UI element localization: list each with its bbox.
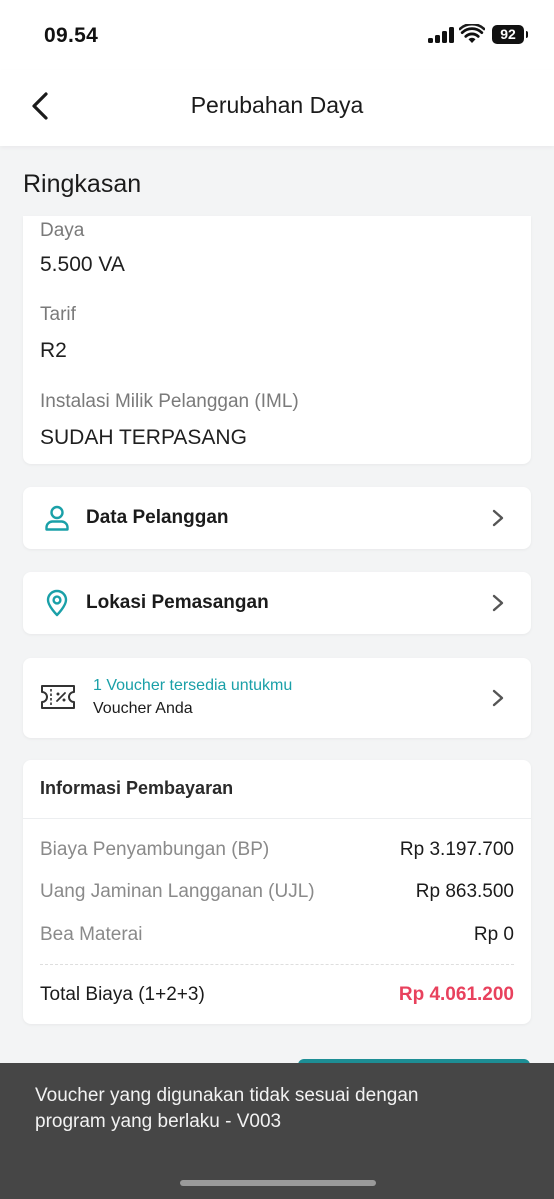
person-icon	[45, 505, 69, 531]
payment-info-card: Informasi Pembayaran Biaya Penyambungan …	[23, 760, 531, 1024]
payment-row-amount: Rp 3.197.700	[399, 839, 514, 860]
voucher-label: Voucher Anda	[93, 700, 193, 717]
battery-icon: 92	[492, 25, 528, 44]
install-location-label: Lokasi Pemasangan	[86, 592, 269, 613]
payment-row-label: Uang Jaminan Langganan (UJL)	[40, 881, 315, 902]
chevron-right-icon	[492, 689, 504, 707]
cellular-signal-icon	[428, 27, 454, 43]
dashed-divider	[40, 964, 514, 965]
customer-data-label: Data Pelanggan	[86, 507, 229, 528]
summary-card: Daya 5.500 VA Tarif R2 Instalasi Milik P…	[23, 216, 531, 464]
error-toast: Voucher yang digunakan tidak sesuai deng…	[0, 1063, 554, 1199]
payment-row-label: Bea Materai	[40, 924, 143, 945]
payment-row-label: Biaya Penyambungan (BP)	[40, 839, 270, 860]
section-title: Ringkasan	[23, 170, 142, 198]
power-value: 5.500 VA	[40, 253, 125, 276]
tariff-value: R2	[40, 339, 67, 362]
payment-info-title: Informasi Pembayaran	[40, 778, 234, 798]
wifi-icon	[459, 24, 485, 43]
toast-message: Voucher yang digunakan tidak sesuai deng…	[35, 1085, 419, 1132]
status-time: 09.54	[44, 24, 99, 47]
map-pin-icon	[46, 589, 68, 617]
voucher-row[interactable]: 1 Voucher tersedia untukmu Voucher Anda	[23, 658, 531, 738]
home-indicator[interactable]	[180, 1180, 376, 1186]
payment-row-amount: Rp 0	[473, 924, 514, 945]
payment-row-amount: Rp 863.500	[415, 881, 514, 902]
page-title: Perubahan Daya	[190, 92, 364, 118]
chevron-right-icon	[492, 509, 504, 527]
chevron-right-icon	[492, 594, 504, 612]
status-bar: 09.54 92	[0, 0, 554, 70]
iml-label: Instalasi Milik Pelanggan (IML)	[40, 391, 299, 412]
power-label: Daya	[40, 220, 85, 241]
iml-value: SUDAH TERPASANG	[40, 426, 247, 449]
total-amount: Rp 4.061.200	[398, 984, 514, 1005]
voucher-available-text: 1 Voucher tersedia untukmu	[93, 677, 293, 694]
customer-data-row[interactable]: Data Pelanggan	[23, 487, 531, 549]
app-header: Perubahan Daya	[0, 70, 554, 146]
total-label: Total Biaya (1+2+3)	[40, 984, 205, 1005]
ticket-percent-icon	[41, 685, 75, 709]
divider	[23, 818, 531, 819]
tariff-label: Tarif	[40, 304, 76, 325]
install-location-row[interactable]: Lokasi Pemasangan	[23, 572, 531, 634]
screen: 09.54 92 Perubahan Daya Ringkasan Daya 5…	[0, 0, 554, 1199]
